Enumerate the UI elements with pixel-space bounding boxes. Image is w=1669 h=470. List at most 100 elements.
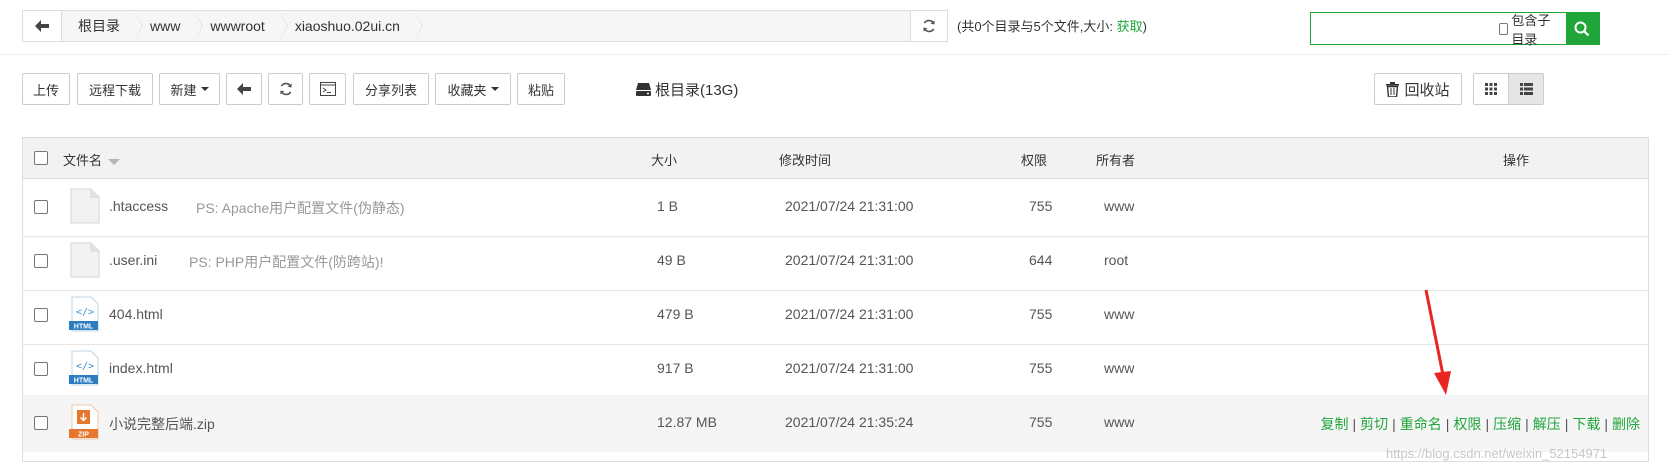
column-header-name[interactable]: 文件名 — [63, 150, 121, 169]
refresh-button[interactable] — [268, 73, 303, 105]
path-refresh-button[interactable] — [910, 11, 947, 41]
file-perm[interactable]: 755 — [1029, 414, 1052, 430]
back-button[interactable] — [23, 11, 62, 41]
breadcrumb-site[interactable]: xiaoshuo.02ui.cn — [279, 11, 423, 41]
column-name-label: 文件名 — [63, 153, 103, 168]
include-subdir-label: 包含子目录 — [1511, 12, 1551, 47]
row-checkbox[interactable] — [34, 200, 48, 214]
extract-action[interactable]: 解压 — [1533, 416, 1561, 432]
file-size: 49 B — [657, 252, 686, 268]
file-perm[interactable]: 755 — [1029, 306, 1052, 322]
file-owner[interactable]: www — [1104, 306, 1134, 322]
breadcrumb-wwwroot[interactable]: wwwroot — [194, 11, 289, 41]
cut-action[interactable]: 剪切 — [1360, 416, 1388, 432]
caret-down-icon — [200, 87, 209, 91]
file-owner[interactable]: root — [1104, 252, 1128, 268]
paste-button[interactable]: 粘贴 — [517, 73, 565, 105]
get-size-link[interactable]: 获取 — [1117, 19, 1143, 34]
separator: | — [1604, 416, 1608, 432]
terminal-button[interactable] — [309, 73, 346, 105]
html-icon-label: HTML — [74, 378, 94, 385]
table-row[interactable]: ZIP 小说完整后端.zip 12.87 MB 2021/07/24 21:35… — [23, 395, 1648, 452]
row-checkbox[interactable] — [34, 416, 48, 430]
search-button[interactable] — [1565, 13, 1599, 44]
directory-info: (共0个目录与5个文件,大小: 获取) — [957, 16, 1147, 35]
remote-download-button[interactable]: 远程下载 — [77, 73, 153, 105]
file-mtime: 2021/07/24 21:35:24 — [785, 414, 914, 430]
new-dropdown-button[interactable]: 新建 — [159, 73, 220, 105]
directory-info-text: (共0个目录与5个文件,大小: — [957, 19, 1117, 34]
zip-file-icon: ZIP — [69, 404, 99, 440]
new-label: 新建 — [170, 82, 197, 98]
row-checkbox[interactable] — [34, 308, 48, 322]
file-perm[interactable]: 755 — [1029, 198, 1052, 214]
file-size: 917 B — [657, 360, 694, 376]
search-icon — [1574, 21, 1590, 36]
search-input[interactable] — [1311, 13, 1499, 44]
file-note: PS: Apache用户配置文件(伪静态) — [196, 200, 405, 216]
file-name[interactable]: .user.ini — [109, 252, 157, 268]
file-name[interactable]: .htaccess — [109, 198, 168, 214]
file-mtime: 2021/07/24 21:31:00 — [785, 252, 914, 268]
file-perm[interactable]: 755 — [1029, 360, 1052, 376]
directory-info-suffix: ) — [1142, 19, 1147, 34]
table-row[interactable]: </> HTML index.html 917 B 2021/07/24 21:3… — [23, 341, 1648, 399]
file-icon — [70, 242, 100, 278]
file-owner[interactable]: www — [1104, 198, 1134, 214]
recycle-bin-button[interactable]: 回收站 — [1374, 73, 1462, 105]
share-list-button[interactable]: 分享列表 — [353, 73, 429, 105]
separator: | — [1485, 416, 1490, 432]
breadcrumb-www[interactable]: www — [134, 11, 204, 41]
arrow-left-icon — [237, 83, 251, 95]
file-owner[interactable]: www — [1104, 360, 1134, 376]
breadcrumb-root[interactable]: 根目录 — [62, 11, 143, 41]
delete-action[interactable]: 删除 — [1612, 416, 1640, 432]
download-action[interactable]: 下载 — [1572, 416, 1600, 432]
table-header: 文件名 大小 修改时间 权限 所有者 操作 — [23, 138, 1648, 179]
favorites-dropdown-button[interactable]: 收藏夹 — [435, 73, 511, 105]
file-name[interactable]: 小说完整后端.zip — [109, 414, 215, 434]
column-header-perm: 权限 — [1021, 153, 1048, 168]
separator: | — [1392, 416, 1396, 432]
zip-icon-label: ZIP — [78, 432, 89, 439]
file-name[interactable]: 404.html — [109, 306, 163, 322]
file-note: PS: PHP用户配置文件(防跨站)! — [189, 254, 384, 270]
upload-button[interactable]: 上传 — [22, 73, 70, 105]
include-subdir-option[interactable]: 包含子目录 — [1499, 13, 1566, 47]
list-view-button[interactable] — [1508, 73, 1544, 105]
column-header-size[interactable]: 大小 — [651, 150, 677, 169]
table-row[interactable]: </> HTML 404.html 479 B 2021/07/24 21:31:… — [23, 287, 1648, 345]
column-header-owner: 所有者 — [1096, 153, 1136, 168]
compress-action[interactable]: 压缩 — [1493, 416, 1521, 432]
file-name[interactable]: index.html — [109, 360, 173, 376]
table-row[interactable]: .user.ini PS: PHP用户配置文件(防跨站)! 49 B 2021/… — [23, 233, 1648, 291]
copy-action[interactable]: 复制 — [1321, 416, 1349, 432]
permission-action[interactable]: 权限 — [1453, 416, 1481, 432]
trash-icon — [1386, 81, 1400, 97]
refresh-icon — [923, 19, 935, 33]
file-mtime: 2021/07/24 21:31:00 — [785, 198, 914, 214]
recycle-bin-label: 回收站 — [1404, 81, 1450, 99]
svg-text:</>: </> — [76, 307, 94, 318]
separator: | — [1525, 416, 1529, 432]
separator: | — [1564, 416, 1569, 432]
back-dir-button[interactable] — [226, 73, 262, 105]
file-mtime: 2021/07/24 21:31:00 — [785, 360, 914, 376]
rename-action[interactable]: 重命名 — [1400, 416, 1442, 432]
table-row[interactable]: .htaccess PS: Apache用户配置文件(伪静态) 1 B 2021… — [23, 179, 1648, 237]
disk-info-label: 根目录(13G) — [655, 82, 739, 99]
row-checkbox[interactable] — [34, 362, 48, 376]
select-all-checkbox[interactable] — [34, 151, 48, 165]
file-perm[interactable]: 644 — [1029, 252, 1052, 268]
sort-caret-icon[interactable] — [108, 158, 121, 165]
row-checkbox[interactable] — [34, 254, 48, 268]
terminal-icon — [319, 82, 336, 96]
include-subdir-checkbox[interactable] — [1499, 22, 1509, 35]
file-mtime: 2021/07/24 21:31:00 — [785, 306, 914, 322]
list-icon — [1519, 83, 1533, 95]
column-header-ops: 操作 — [1503, 153, 1530, 168]
column-header-mtime[interactable]: 修改时间 — [779, 150, 831, 169]
grid-view-button[interactable] — [1473, 73, 1509, 105]
file-owner[interactable]: www — [1104, 414, 1134, 430]
separator: | — [1445, 416, 1450, 432]
